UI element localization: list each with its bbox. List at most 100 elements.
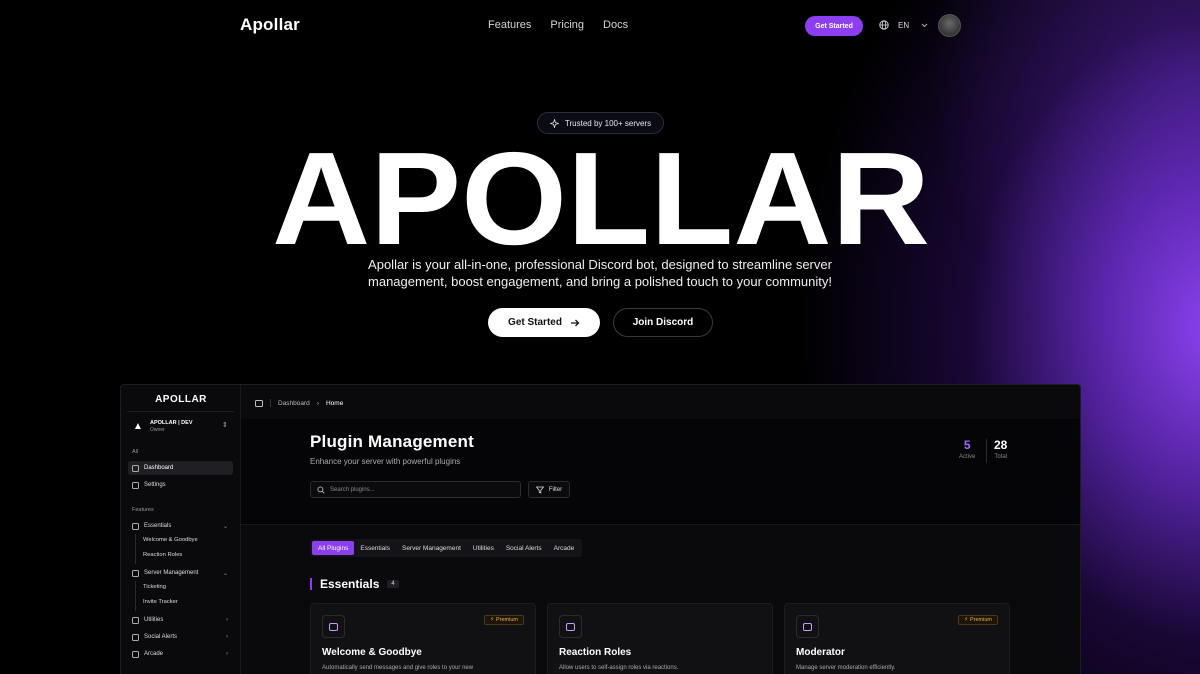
bolt-icon: ⚡ <box>964 617 968 623</box>
share-icon <box>132 633 139 641</box>
trusted-badge: Trusted by 100+ servers <box>537 112 664 134</box>
stat-active: 5 Active <box>959 438 975 460</box>
chevron-right-icon: › <box>226 617 228 623</box>
sidebar-item-label: Server Management <box>144 570 199 576</box>
server-switcher[interactable]: ▲ APOLLAR | DEV Owner ⇕ <box>133 419 233 435</box>
globe-icon <box>879 20 889 30</box>
search-icon <box>317 485 325 494</box>
chevron-updown-icon: ⇕ <box>222 422 228 429</box>
sidebar-group-features: Features <box>132 507 154 513</box>
tab-social-alerts[interactable]: Social Alerts <box>500 541 548 555</box>
chevron-right-icon: › <box>316 399 319 407</box>
tab-all-plugins[interactable]: All Plugins <box>312 541 355 555</box>
plugin-card-moderator[interactable]: ⚡ Premium Moderator Manage server moderat… <box>784 603 1010 674</box>
premium-badge: ⚡ Premium <box>958 615 998 625</box>
nav-link-pricing[interactable]: Pricing <box>550 19 584 31</box>
chevron-right-icon: › <box>226 634 228 640</box>
sidebar-item-arcade[interactable]: Arcade › <box>128 647 233 661</box>
sidebar-item-essentials[interactable]: Essentials ⌄ <box>128 519 233 533</box>
plugin-card-welcome-goodbye[interactable]: ⚡ Premium Welcome & Goodbye Automatically… <box>310 603 536 674</box>
server-logo-icon: ▲ <box>133 421 143 432</box>
user-avatar[interactable] <box>938 14 961 37</box>
brand-logo[interactable]: Apollar <box>240 15 300 35</box>
get-started-button[interactable]: Get Started <box>488 308 600 337</box>
stat-divider <box>986 439 987 463</box>
chevron-right-icon: › <box>226 651 228 657</box>
filter-button[interactable]: Filter <box>528 481 570 498</box>
submenu-line <box>135 581 136 611</box>
book-icon <box>132 616 139 624</box>
settings-icon <box>132 481 139 489</box>
dashboard-main: Dashboard › Home Plugin Management Enhan… <box>241 385 1080 674</box>
section-heading: Essentials 4 <box>310 577 399 591</box>
breadcrumb-home: Home <box>325 399 344 407</box>
plugin-description: Automatically send messages and give rol… <box>322 665 474 671</box>
sparkle-icon <box>549 118 559 128</box>
hero-wordmark: APOLLAR <box>272 144 930 248</box>
tab-utilities[interactable]: Utilities <box>467 541 500 555</box>
breadcrumb-divider <box>270 399 271 407</box>
section-accent-bar <box>310 578 312 590</box>
nav-links: Features Pricing Docs <box>488 19 628 31</box>
sidebar-subitem-invite-tracker[interactable]: Invite Tracker <box>143 599 178 605</box>
tab-essentials[interactable]: Essentials <box>354 541 396 555</box>
top-nav: Apollar Features Pricing Docs Get Starte… <box>0 0 1200 52</box>
plugin-header: Plugin Management Enhance your server wi… <box>241 419 1080 525</box>
sidebar-item-label: Arcade <box>144 651 164 657</box>
sidebar-toggle-icon[interactable] <box>255 399 263 407</box>
sidebar-item-label: Utilities <box>144 617 164 623</box>
filter-label: Filter <box>548 486 563 493</box>
nav-link-docs[interactable]: Docs <box>603 19 628 31</box>
sidebar-item-server-management[interactable]: Server Management ⌄ <box>128 566 233 580</box>
plugin-icon <box>796 615 819 638</box>
plugin-title: Moderator <box>796 647 845 658</box>
search-input[interactable]: Search plugins... <box>310 481 521 498</box>
chevron-down-icon: ⌄ <box>222 523 228 530</box>
dashboard-preview: APOLLAR ▲ APOLLAR | DEV Owner ⇕ All Dash… <box>120 384 1081 674</box>
sidebar-subitem-welcome-goodbye[interactable]: Welcome & Goodbye <box>143 537 198 543</box>
plugin-title: Reaction Roles <box>559 647 632 658</box>
nav-get-started-button[interactable]: Get Started <box>805 16 863 36</box>
sidebar-item-utilities[interactable]: Utilities › <box>128 613 233 627</box>
premium-badge: ⚡ Premium <box>484 615 524 625</box>
sidebar-item-label: Social Alerts <box>144 634 178 640</box>
tab-server-management[interactable]: Server Management <box>396 541 467 555</box>
tab-arcade[interactable]: Arcade <box>548 541 581 555</box>
essentials-icon <box>132 522 139 530</box>
server-name: APOLLAR | DEV <box>150 420 193 426</box>
filter-icon <box>535 486 544 494</box>
sidebar-group-all: All <box>132 449 139 455</box>
sidebar-subitem-ticketing[interactable]: Ticketing <box>143 584 166 590</box>
page-title: Plugin Management <box>310 432 474 451</box>
chevron-down-icon: ⌄ <box>222 570 228 577</box>
stat-total: 28 Total <box>994 438 1007 460</box>
sidebar-subitem-reaction-roles[interactable]: Reaction Roles <box>143 552 182 558</box>
sidebar-divider <box>127 411 234 412</box>
server-icon <box>132 569 139 577</box>
grid-icon <box>132 464 139 472</box>
gamepad-icon <box>132 650 139 658</box>
plugin-description: Manage server moderation efficiently. <box>796 665 896 671</box>
premium-label: Premium <box>969 617 992 623</box>
plugin-card-reaction-roles[interactable]: Reaction Roles Allow users to self-assig… <box>547 603 773 674</box>
plugin-tabs: All Plugins Essentials Server Management… <box>310 539 583 557</box>
get-started-label: Get Started <box>508 317 562 328</box>
premium-label: Premium <box>495 617 518 623</box>
sidebar-item-label: Dashboard <box>144 465 174 471</box>
section-count-badge: 4 <box>387 580 399 588</box>
sidebar-item-social-alerts[interactable]: Social Alerts › <box>128 630 233 644</box>
bolt-icon: ⚡ <box>490 617 494 623</box>
sidebar-item-settings[interactable]: Settings <box>128 478 233 492</box>
join-discord-button[interactable]: Join Discord <box>613 308 713 337</box>
sidebar-item-label: Essentials <box>144 523 172 529</box>
stat-active-value: 5 <box>963 438 971 452</box>
hero-description: Apollar is your all-in-one, professional… <box>368 257 832 289</box>
breadcrumb-dashboard[interactable]: Dashboard <box>278 400 310 407</box>
language-selector[interactable]: EN <box>879 20 928 30</box>
submenu-line <box>135 534 136 564</box>
page-subtitle: Enhance your server with powerful plugin… <box>310 457 461 466</box>
language-label: EN <box>898 20 910 30</box>
nav-link-features[interactable]: Features <box>488 19 531 31</box>
sidebar-item-dashboard[interactable]: Dashboard <box>128 461 233 475</box>
svg-text:APOLLAR: APOLLAR <box>272 144 930 248</box>
